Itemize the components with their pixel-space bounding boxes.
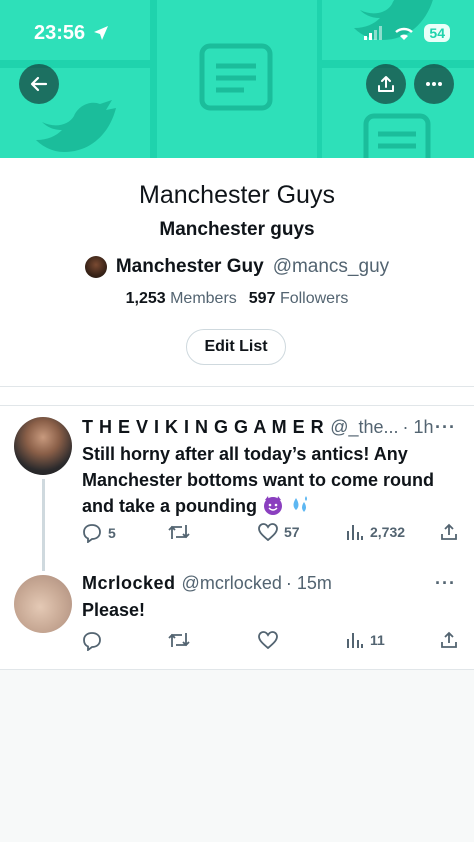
list-title: Manchester Guys xyxy=(139,181,335,209)
reply-button[interactable]: 5 xyxy=(82,523,116,543)
members-link[interactable]: 1,253 Members xyxy=(126,290,237,308)
view-count: 11 xyxy=(370,632,385,648)
tweet-time[interactable]: · 15m xyxy=(286,573,332,594)
owner-name[interactable]: Manchester Guy xyxy=(116,256,264,278)
location-arrow-icon xyxy=(94,26,109,40)
tweet-time[interactable]: · 1h xyxy=(403,417,434,438)
tweet-text-block: Still horny after all today’s antics! An… xyxy=(82,441,452,519)
members-label: Members xyxy=(170,290,237,307)
followers-label: Followers xyxy=(279,290,349,307)
like-button[interactable] xyxy=(258,631,278,649)
back-button[interactable] xyxy=(19,64,59,104)
list-document-icon xyxy=(199,43,273,111)
views-button[interactable]: 11 xyxy=(346,631,385,649)
share-icon xyxy=(441,523,457,540)
share-button[interactable] xyxy=(440,631,458,649)
owner-handle[interactable]: @mancs_guy xyxy=(273,256,389,278)
reply-button[interactable] xyxy=(82,631,102,651)
avatar[interactable] xyxy=(14,575,72,633)
views-icon xyxy=(347,633,363,648)
reply-icon xyxy=(83,632,101,651)
divider xyxy=(0,669,474,670)
list-header: Manchester Guys Manchester guys Manchest… xyxy=(0,158,474,386)
tweet-header: T H E V I K I N G G A M E R @_the... · 1… xyxy=(82,417,456,438)
list-description: Manchester guys xyxy=(159,219,315,240)
views-icon xyxy=(347,525,363,540)
author-handle[interactable]: @_the... xyxy=(330,417,398,438)
retweet-icon xyxy=(168,525,190,539)
tweet-actions: 11 xyxy=(82,631,458,653)
owner-avatar[interactable] xyxy=(84,256,107,278)
retweet-icon xyxy=(168,633,190,647)
feed-divider xyxy=(0,387,474,406)
views-button[interactable]: 2,732 xyxy=(346,523,405,541)
like-button[interactable]: 57 xyxy=(258,523,300,541)
followers-count: 597 xyxy=(248,290,276,307)
share-button[interactable] xyxy=(440,523,458,541)
reply-icon xyxy=(83,524,101,543)
avatar[interactable] xyxy=(14,417,72,475)
author-name[interactable]: Mcrlocked xyxy=(82,573,176,594)
like-icon xyxy=(258,523,278,541)
list-owner[interactable]: Manchester Guy @mancs_guy xyxy=(0,256,474,278)
members-count: 1,253 xyxy=(125,290,166,307)
tweet-feed: T H E V I K I N G G A M E R @_the... · 1… xyxy=(0,387,474,670)
signal-icon xyxy=(364,26,383,40)
author-handle[interactable]: @mcrlocked xyxy=(182,573,282,594)
share-list-button[interactable] xyxy=(366,64,406,104)
wifi-icon xyxy=(395,27,414,40)
like-icon xyxy=(258,631,278,649)
retweet-button[interactable] xyxy=(168,523,190,541)
tweet-more-icon[interactable]: ··· xyxy=(435,573,456,594)
author-name[interactable]: T H E V I K I N G G A M E R xyxy=(82,417,324,438)
reply-count: 5 xyxy=(108,525,116,541)
status-bar: 23:56 54 xyxy=(34,18,450,48)
sweat-droplets-emoji-icon xyxy=(293,496,308,512)
list-document-icon xyxy=(363,113,431,158)
view-count: 2,732 xyxy=(370,524,406,540)
edit-list-button[interactable]: Edit List xyxy=(186,329,286,365)
back-arrow-icon xyxy=(30,76,48,92)
share-icon xyxy=(441,631,457,648)
more-icon xyxy=(426,82,442,86)
smiling-devil-emoji-icon xyxy=(264,496,283,515)
more-options-button[interactable] xyxy=(414,64,454,104)
tweet[interactable]: Mcrlocked @mcrlocked · 15m ··· Please! 1… xyxy=(0,565,474,669)
thread-connector xyxy=(42,479,45,571)
followers-link[interactable]: 597 Followers xyxy=(249,290,349,308)
clock: 23:56 xyxy=(34,21,86,44)
status-icons: 54 xyxy=(364,24,450,42)
tweet-actions: 5 57 2,732 xyxy=(82,523,458,545)
tweet-more-icon[interactable]: ··· xyxy=(435,417,456,438)
tweet[interactable]: T H E V I K I N G G A M E R @_the... · 1… xyxy=(0,405,474,571)
list-counts: 1,253 Members 597 Followers xyxy=(0,290,474,308)
share-icon xyxy=(378,76,394,92)
battery-icon: 54 xyxy=(424,24,450,42)
tweet-text: Still horny after all today’s antics! An… xyxy=(82,444,435,516)
retweet-button[interactable] xyxy=(168,631,190,649)
tweet-header: Mcrlocked @mcrlocked · 15m ··· xyxy=(82,573,456,594)
like-count: 57 xyxy=(284,524,300,540)
tweet-text: Please! xyxy=(82,600,146,620)
